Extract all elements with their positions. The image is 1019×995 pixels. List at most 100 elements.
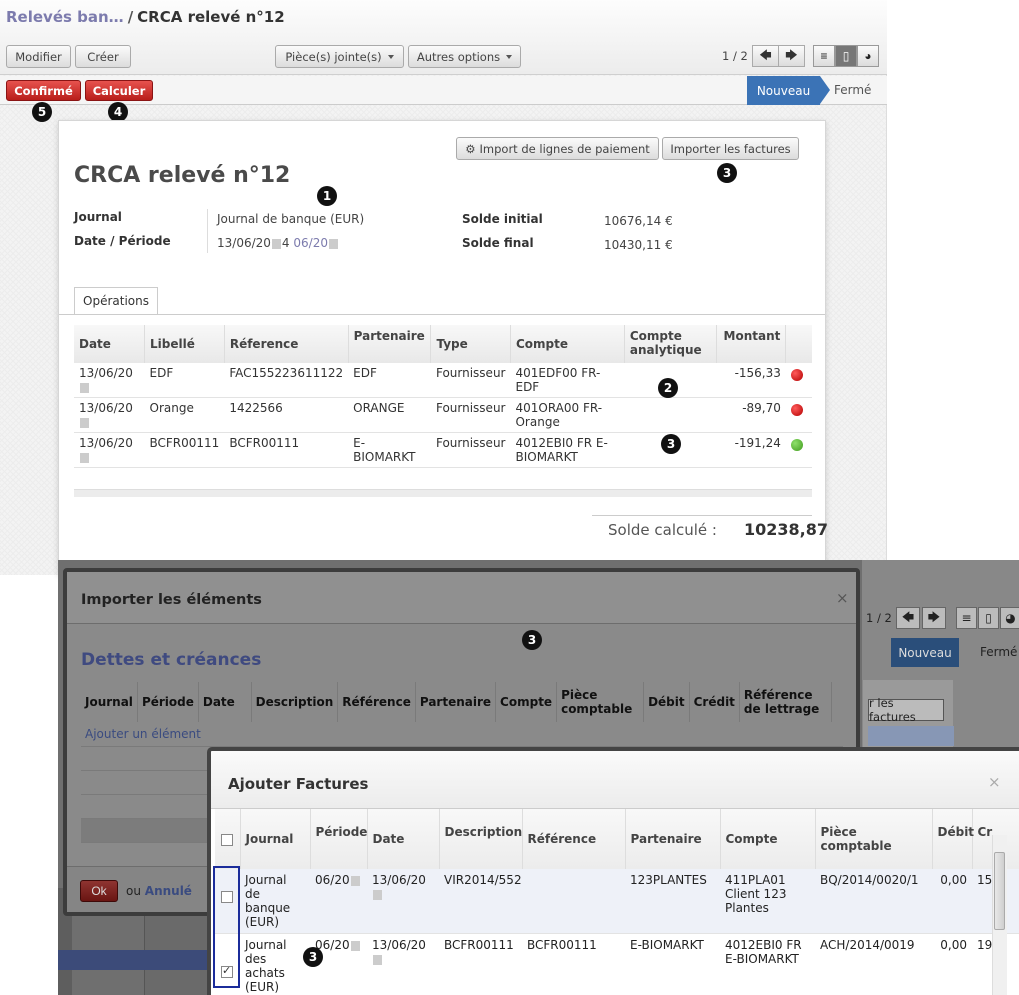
close-icon[interactable]: ×	[988, 773, 1001, 791]
period-text: 06/20	[315, 873, 350, 887]
cell-reference: FAC155223611122	[224, 363, 349, 398]
col-debit[interactable]: Débit	[643, 682, 690, 722]
redacted-mask	[80, 417, 89, 428]
create-button[interactable]: Créer	[75, 45, 131, 68]
col-journal-entry[interactable]: Pièce comptable	[556, 682, 644, 722]
col-journal-entry[interactable]: Pièce comptable	[814, 809, 932, 869]
col-analytic-account[interactable]: Compte analytique	[623, 325, 717, 363]
col-reference[interactable]: Réference	[223, 325, 349, 363]
cell-description: VIR2014/552	[439, 869, 522, 934]
import-invoices-button[interactable]: Importer les factures	[662, 137, 799, 160]
status-red-icon	[790, 369, 803, 381]
scrollbar-thumb[interactable]	[994, 852, 1005, 930]
col-reconcile-ref[interactable]: Référence de lettrage	[738, 682, 832, 722]
col-journal[interactable]: Journal	[81, 682, 138, 722]
cell-reference: 1422566	[224, 397, 349, 433]
col-amount[interactable]: Montant	[715, 325, 786, 363]
end-balance-value: 10430,11 €	[604, 238, 673, 252]
end-balance-label: Solde final	[462, 236, 534, 250]
invoices-table: Journal Période Date Description Référen…	[215, 809, 1019, 995]
select-all-checkbox[interactable]	[221, 833, 233, 846]
col-date[interactable]: Date	[366, 809, 439, 869]
col-type[interactable]: Type	[430, 325, 511, 363]
callout-badge-3: 3	[522, 630, 542, 650]
cell-account: 4012EBI0 FR E-BIOMARKT	[720, 933, 815, 995]
list-view-button[interactable]: ≡	[813, 45, 835, 67]
pager-previous-button[interactable]: 🡄	[752, 45, 779, 67]
form-sheet: ⚙ Import de lignes de paiement Importer l…	[58, 120, 828, 575]
edit-button[interactable]: Modifier	[6, 45, 71, 68]
table-row[interactable]: Journal de banque (EUR) 06/20 13/06/20 V…	[215, 869, 1019, 934]
background-stage-new: Nouveau	[891, 638, 959, 667]
cell-account: 4012EBI0 FR E-BIOMARKT	[510, 432, 625, 468]
col-reference[interactable]: Référence	[521, 809, 625, 869]
col-account[interactable]: Compte	[719, 809, 815, 869]
add-item-link[interactable]: Ajouter un élément	[81, 722, 843, 747]
callout-badge-3: 3	[717, 163, 737, 183]
col-reference[interactable]: Référence	[337, 682, 416, 722]
background-list-button: ≡	[956, 607, 977, 629]
operations-table: Date Libellé Réference Partenaire Type C…	[74, 325, 812, 468]
cell-type: Fournisseur	[430, 363, 511, 398]
col-partner[interactable]: Partenaire	[347, 325, 431, 363]
col-description[interactable]: Description	[438, 809, 522, 869]
col-credit[interactable]: Crédit	[688, 682, 740, 722]
col-date[interactable]: Date	[197, 682, 252, 722]
journal-field[interactable]: Journal de banque (EUR)	[217, 212, 364, 226]
list-icon: ≡	[961, 611, 972, 625]
callout-badge-4: 4	[108, 102, 128, 122]
tab-operations[interactable]: Opérations	[74, 287, 158, 315]
table-row[interactable]: 13/06/20 BCFR00111 BCFR00111 E-BIOMARKT …	[74, 432, 812, 468]
col-label[interactable]: Libellé	[144, 325, 225, 363]
col-period[interactable]: Période	[309, 809, 367, 869]
callout-badge-3: 3	[661, 434, 681, 454]
table-row[interactable]: 13/06/20 Orange 1422566 ORANGE Fournisse…	[74, 397, 812, 433]
col-description[interactable]: Description	[250, 682, 338, 722]
close-icon[interactable]: ×	[836, 589, 849, 607]
attachments-dropdown[interactable]: Pièce(s) jointe(s)	[275, 45, 404, 68]
ok-button[interactable]: Ok	[80, 880, 118, 902]
date-text: 13/06/20	[79, 366, 133, 380]
col-account[interactable]: Compte	[495, 682, 557, 722]
journal-label: Journal	[74, 210, 122, 224]
cell-status	[785, 397, 812, 433]
stage-closed[interactable]: Fermé	[834, 83, 871, 97]
compute-button[interactable]: Calculer	[85, 80, 153, 101]
cancel-link[interactable]: Annulé	[145, 884, 192, 898]
table-row[interactable]: 13/06/20 EDF FAC155223611122 EDF Fournis…	[74, 363, 812, 398]
dialog-title: Ajouter Factures	[228, 775, 369, 793]
date-period-field[interactable]: 13/06/20 4 06/20	[217, 236, 339, 250]
chevron-down-icon	[506, 54, 513, 59]
col-debit[interactable]: Débit	[931, 809, 974, 869]
period-link[interactable]: 06/20	[293, 236, 328, 250]
stage-new[interactable]: Nouveau	[747, 76, 830, 105]
import-payment-lines-button[interactable]: ⚙ Import de lignes de paiement	[456, 137, 659, 160]
redacted-mask	[373, 954, 382, 965]
col-period[interactable]: Période	[136, 682, 199, 722]
col-select[interactable]	[215, 809, 240, 869]
status-bar: Confirmé Calculer Nouveau Fermé	[0, 76, 887, 105]
add-item-row[interactable]: Ajouter un élément	[81, 722, 843, 747]
col-account[interactable]: Compte	[509, 325, 625, 363]
callout-badge-1: 1	[317, 186, 337, 206]
background-form-button: ▯	[978, 607, 999, 629]
or-text: ou Annulé	[126, 884, 192, 898]
statement-title: CRCA relevé n°12	[74, 163, 291, 188]
cell-account: 411PLA01 Client 123 Plantes	[720, 869, 815, 934]
date-text: 13/06/20	[372, 873, 426, 887]
breadcrumb-parent-link[interactable]: Relevés ban…	[6, 8, 124, 26]
more-options-dropdown[interactable]: Autres options	[408, 45, 521, 68]
pager-next-button[interactable]: 🡆	[778, 45, 805, 67]
table-row[interactable]: Journal des achats (EUR) 06/20 13/06/20 …	[215, 933, 1019, 995]
cell-reference	[522, 869, 625, 934]
form-view-button[interactable]: ▯	[835, 45, 857, 67]
col-partner[interactable]: Partenaire	[414, 682, 496, 722]
col-partner[interactable]: Partenaire	[624, 809, 720, 869]
confirm-button[interactable]: Confirmé	[6, 80, 81, 101]
col-date[interactable]: Date	[74, 325, 145, 363]
cell-account: 401EDF00 FR-EDF	[510, 363, 625, 398]
breadcrumb-separator: /	[127, 8, 134, 26]
graph-view-button[interactable]: ◕	[857, 45, 879, 67]
cell-partner: E-BIOMARKT	[625, 933, 720, 995]
col-journal[interactable]: Journal	[239, 809, 310, 869]
